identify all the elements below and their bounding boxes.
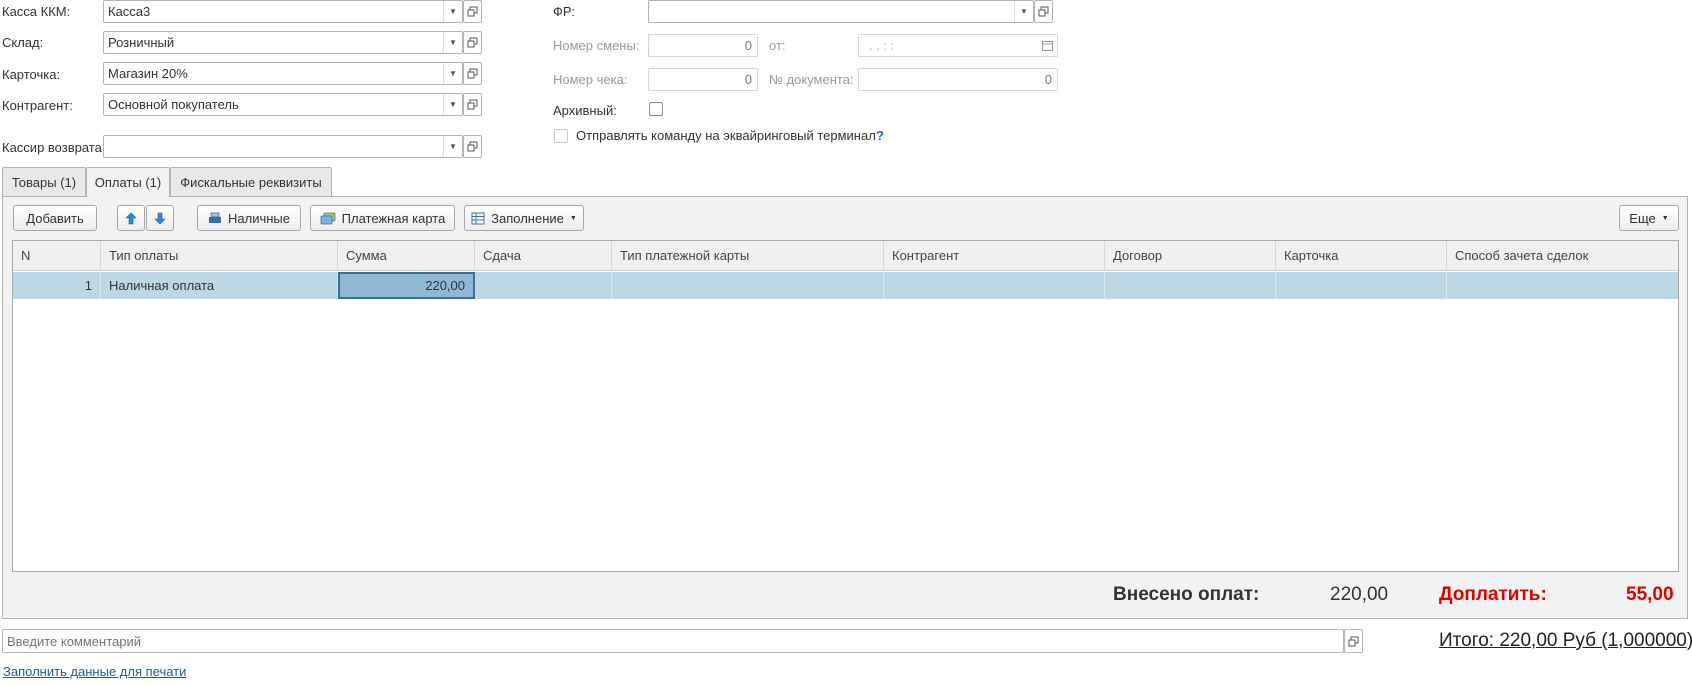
kontragent-field[interactable]: Основной покупатель ▼ — [103, 93, 463, 116]
open-window-icon[interactable] — [463, 31, 482, 54]
fill-table-icon — [471, 212, 485, 224]
more-label: Еще — [1629, 210, 1656, 226]
date-value: . . : : — [869, 38, 895, 53]
arrow-up-icon — [125, 212, 137, 224]
kartochka-label: Карточка: — [2, 67, 61, 82]
cell-sum[interactable]: 220,00 — [338, 272, 475, 299]
cell-kontragent[interactable] — [884, 272, 1105, 299]
cash-register-icon — [209, 212, 221, 223]
ot-label: от: — [769, 38, 786, 53]
chevron-down-icon: ▼ — [569, 214, 577, 222]
cell-change[interactable] — [475, 272, 612, 299]
paid-label: Внесено оплат: — [1113, 584, 1260, 605]
due-value: 55,00 — [1626, 584, 1674, 605]
cell-sposob[interactable] — [1447, 272, 1679, 299]
col-card-type[interactable]: Тип платежной карты — [612, 241, 884, 271]
add-label: Добавить — [26, 210, 84, 226]
open-window-icon[interactable] — [463, 62, 482, 85]
sklad-value: Розничный — [108, 35, 175, 50]
tab-tovary[interactable]: Товары (1) — [2, 167, 86, 196]
due-label: Доплатить: — [1439, 584, 1547, 605]
cell-type[interactable]: Наличная оплата — [101, 272, 338, 299]
shift-field: 0 — [648, 34, 758, 57]
move-down-button[interactable] — [146, 205, 174, 231]
add-button[interactable]: Добавить — [13, 205, 97, 231]
cell-dogovor[interactable] — [1105, 272, 1276, 299]
card-button[interactable]: Платежная карта — [310, 205, 455, 231]
paid-value: 220,00 — [1330, 584, 1389, 605]
col-type[interactable]: Тип оплаты — [101, 241, 338, 271]
col-sum[interactable]: Сумма — [338, 241, 475, 271]
tab-oplaty[interactable]: Оплаты (1) — [86, 167, 170, 197]
doc-value: 0 — [1044, 72, 1052, 87]
cell-n[interactable]: 1 — [13, 272, 101, 299]
col-change[interactable]: Сдача — [475, 241, 612, 271]
terminal-checkbox[interactable] — [554, 129, 568, 143]
kartochka-field[interactable]: Магазин 20% ▼ — [103, 62, 463, 85]
shift-value: 0 — [744, 38, 752, 53]
col-n[interactable]: N — [13, 241, 101, 271]
dropdown-icon[interactable]: ▼ — [443, 136, 462, 157]
terminal-label[interactable]: Отправлять команду на эквайринговый терм… — [576, 128, 876, 143]
open-window-icon[interactable] — [1344, 629, 1363, 653]
tab-fiscal[interactable]: Фискальные реквизиты — [170, 167, 332, 196]
print-data-link[interactable]: Заполнить данные для печати — [3, 664, 186, 679]
calendar-icon[interactable] — [1037, 40, 1057, 51]
open-window-icon[interactable] — [463, 0, 482, 23]
more-button[interactable]: Еще ▼ — [1619, 205, 1679, 231]
dropdown-icon[interactable]: ▼ — [443, 1, 462, 22]
fill-button[interactable]: Заполнение ▼ — [464, 205, 584, 231]
cash-button[interactable]: Наличные — [197, 205, 301, 231]
table-row[interactable]: 1 Наличная оплата 220,00 — [13, 272, 1678, 299]
comment-input[interactable] — [3, 633, 1343, 649]
col-dogovor[interactable]: Договор — [1105, 241, 1276, 271]
kassa-label: Касса ККМ: — [2, 4, 71, 19]
kassa-field[interactable]: Касса3 ▼ — [103, 0, 463, 23]
shift-label: Номер смены: — [553, 38, 640, 53]
doc-label: № документа: — [769, 72, 854, 87]
kassa-value: Касса3 — [108, 4, 151, 19]
check-field: 0 — [648, 68, 758, 91]
sklad-field[interactable]: Розничный ▼ — [103, 31, 463, 54]
arrow-down-icon — [154, 212, 166, 224]
col-kontragent[interactable]: Контрагент — [884, 241, 1105, 271]
dropdown-icon[interactable]: ▼ — [443, 94, 462, 115]
kartochka-value: Магазин 20% — [108, 66, 188, 81]
date-field: . . : : — [858, 34, 1058, 57]
cell-card-type[interactable] — [612, 272, 884, 299]
check-value: 0 — [744, 72, 752, 87]
table-header: N Тип оплаты Сумма Сдача Тип платежной к… — [13, 241, 1678, 271]
fr-field[interactable]: ▼ — [648, 0, 1034, 23]
cash-label: Наличные — [228, 210, 290, 226]
cell-kartochka[interactable] — [1276, 272, 1447, 299]
open-window-icon[interactable] — [463, 93, 482, 116]
archive-checkbox[interactable] — [649, 102, 663, 116]
card-label: Платежная карта — [341, 210, 446, 226]
col-sposob[interactable]: Способ зачета сделок — [1447, 241, 1679, 271]
help-icon[interactable]: ? — [876, 128, 884, 143]
open-window-icon[interactable] — [463, 135, 482, 158]
kassir-label: Кассир возврата: — [2, 140, 106, 155]
kontragent-label: Контрагент: — [2, 98, 73, 113]
open-window-icon[interactable] — [1034, 0, 1053, 23]
fr-label: ФР: — [553, 4, 575, 19]
dropdown-icon[interactable]: ▼ — [443, 63, 462, 84]
payment-card-icon — [320, 212, 336, 224]
sklad-label: Склад: — [2, 35, 44, 50]
chevron-down-icon: ▼ — [1661, 214, 1669, 222]
move-up-button[interactable] — [117, 205, 145, 231]
doc-field: 0 — [858, 68, 1058, 91]
dropdown-icon[interactable]: ▼ — [1014, 1, 1033, 22]
kontragent-value: Основной покупатель — [108, 97, 239, 112]
archive-label: Архивный: — [553, 103, 617, 118]
check-label: Номер чека: — [553, 72, 628, 87]
col-kartochka[interactable]: Карточка — [1276, 241, 1447, 271]
kassir-field[interactable]: ▼ — [103, 135, 463, 158]
dropdown-icon[interactable]: ▼ — [443, 32, 462, 53]
itogo-text: Итого: 220,00 Руб (1,000000) — [1439, 630, 1692, 651]
comment-field[interactable] — [2, 629, 1344, 653]
payments-table[interactable]: N Тип оплаты Сумма Сдача Тип платежной к… — [12, 240, 1679, 572]
fill-label: Заполнение — [491, 210, 564, 226]
